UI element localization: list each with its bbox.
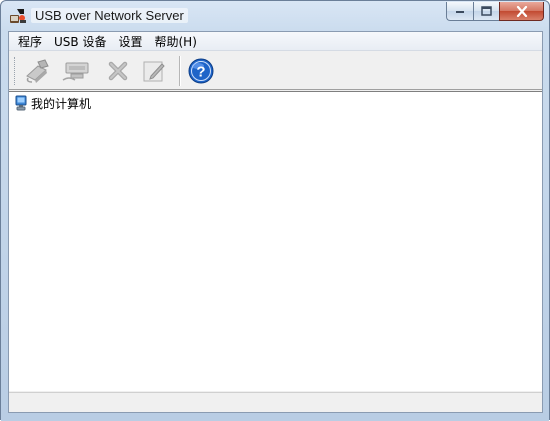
connect-device-button[interactable] [61, 57, 91, 85]
edit-icon [143, 61, 165, 82]
computer-icon [15, 95, 27, 111]
title-bar[interactable]: USB over Network Server [1, 1, 549, 31]
menu-help[interactable]: 帮助(H) [148, 32, 202, 51]
svg-text:?: ? [196, 64, 205, 81]
close-button[interactable] [499, 2, 544, 21]
tree-label-my-computer: 我的计算机 [31, 96, 92, 111]
connect-device-icon [62, 62, 89, 81]
toolbar-grip[interactable] [14, 57, 17, 85]
device-tree[interactable]: 我的计算机 [9, 91, 542, 391]
client-area: 程序 USB 设备 设置 帮助(H) ? 我的计算机 [8, 31, 543, 413]
app-icon[interactable] [9, 7, 27, 25]
window-controls [446, 2, 544, 22]
menu-bar: 程序 USB 设备 设置 帮助(H) [9, 32, 542, 51]
toolbar: ? [9, 52, 542, 90]
minimize-button[interactable] [446, 2, 473, 21]
share-device-icon [26, 59, 49, 83]
delete-icon [108, 61, 128, 81]
close-icon [516, 5, 527, 17]
toolbar-separator [179, 56, 181, 86]
window-title: USB over Network Server [31, 8, 188, 23]
maximize-button[interactable] [473, 2, 499, 21]
help-button[interactable]: ? [186, 57, 216, 85]
status-bar [9, 392, 542, 412]
share-device-button[interactable] [23, 57, 53, 85]
minimize-icon [456, 11, 464, 13]
edit-button[interactable] [139, 57, 169, 85]
delete-button[interactable] [103, 57, 133, 85]
maximize-icon [481, 6, 492, 16]
menu-program[interactable]: 程序 [12, 32, 48, 51]
help-icon: ? [188, 58, 214, 84]
menu-settings[interactable]: 设置 [112, 32, 148, 51]
menu-usb-device[interactable]: USB 设备 [48, 32, 112, 51]
tree-node-my-computer[interactable]: 我的计算机 [14, 95, 91, 111]
app-window: USB over Network Server 程序 USB 设备 设置 帮助(… [0, 0, 550, 421]
